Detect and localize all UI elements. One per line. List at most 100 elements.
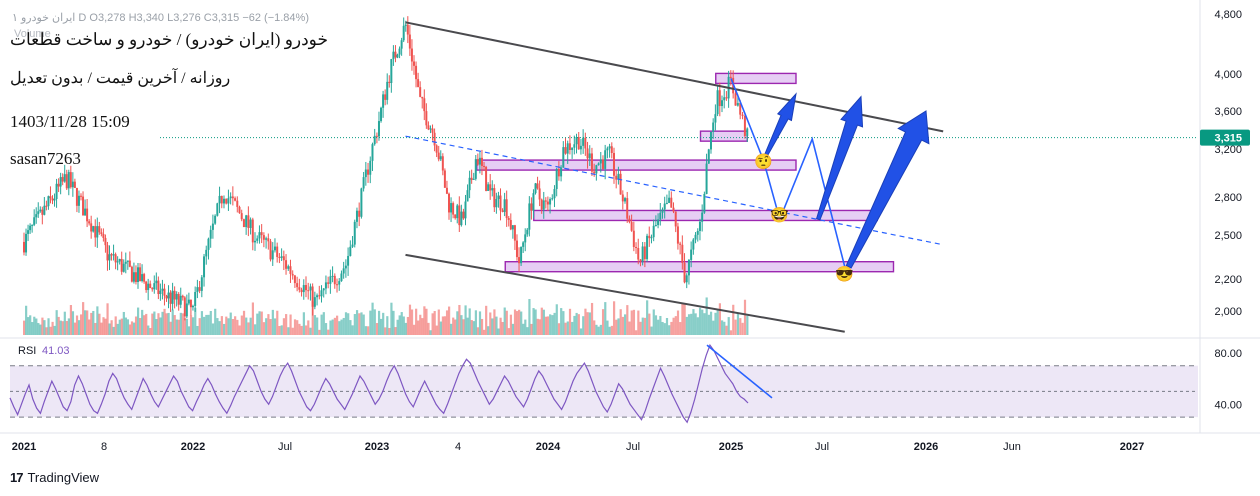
candle-body — [45, 205, 48, 207]
candle-body — [207, 238, 210, 250]
candle-body — [167, 292, 170, 299]
volume-bar — [579, 328, 583, 335]
volume-bar — [663, 323, 666, 335]
candle-body — [495, 198, 498, 208]
candle-body — [382, 94, 385, 108]
candle-body — [249, 219, 252, 228]
volume-bar — [77, 320, 81, 335]
candle-body — [360, 188, 363, 217]
candle-body — [82, 196, 85, 216]
candle-body — [388, 81, 391, 83]
volume-bar — [149, 328, 152, 335]
volume-bar — [450, 323, 453, 335]
candle-body — [692, 239, 695, 250]
tradingview-brand[interactable]: 17 TradingView — [10, 470, 99, 485]
volume-bar — [599, 324, 602, 335]
volume-bar — [703, 313, 706, 335]
candle-body — [577, 137, 580, 150]
candle-body — [293, 275, 296, 284]
candle-body — [227, 198, 230, 204]
volume-bar — [456, 311, 459, 335]
volume-bar — [157, 313, 160, 335]
candle-body — [534, 183, 537, 194]
volume-bar — [503, 307, 506, 335]
volume-bar — [130, 321, 134, 335]
candle-body — [318, 295, 321, 297]
candle-body — [718, 90, 721, 107]
volume-bar — [437, 309, 440, 335]
y-tick-label: 2,200 — [1214, 274, 1242, 286]
candle-body — [458, 205, 461, 226]
volume-bar — [364, 326, 368, 335]
volume-bar — [398, 315, 401, 335]
volume-bar — [687, 314, 691, 335]
volume-bar — [63, 311, 66, 335]
candle-body — [371, 144, 374, 161]
y-tick-label: 4,800 — [1214, 9, 1242, 21]
candle-body — [595, 165, 598, 174]
volume-bar — [458, 304, 461, 335]
candle-body — [505, 199, 508, 219]
volume-bar — [183, 318, 187, 335]
candle-body — [546, 201, 549, 205]
volume-bar — [480, 318, 484, 335]
volume-bar — [435, 325, 438, 335]
volume-bar — [540, 307, 543, 335]
volume-bar — [362, 314, 365, 335]
candle-body — [49, 196, 52, 199]
candle-body — [200, 277, 203, 291]
volume-bar — [373, 309, 376, 335]
candle-body — [333, 275, 336, 285]
candle-body — [61, 177, 64, 182]
candle-body — [536, 183, 539, 189]
candle-body — [716, 90, 719, 115]
volume-bar — [571, 321, 574, 335]
candle-body — [654, 225, 657, 227]
candle-body — [209, 229, 212, 239]
volume-bar — [408, 304, 412, 335]
volume-bar — [344, 312, 348, 335]
volume-bar — [86, 310, 89, 335]
volume-bar — [122, 311, 125, 335]
volume-bar — [112, 326, 115, 335]
candle-body — [120, 258, 123, 272]
volume-bar — [329, 320, 332, 335]
volume-bar — [35, 318, 38, 335]
candle-body — [57, 183, 60, 187]
volume-bar — [466, 317, 469, 335]
volume-bar — [267, 314, 270, 335]
candle-body — [386, 81, 389, 100]
candle-body — [621, 194, 624, 202]
volume-bar — [236, 319, 239, 335]
candle-body — [701, 212, 704, 222]
last-price-label: 3,315 — [1214, 133, 1242, 145]
candle-body — [683, 262, 686, 283]
volume-bar — [582, 316, 585, 335]
volume-bar — [67, 318, 70, 335]
volume-bar — [743, 299, 747, 335]
volume-bar — [256, 313, 259, 335]
candle-body — [231, 196, 234, 199]
volume-bar — [291, 327, 294, 335]
volume-bar — [400, 312, 403, 335]
x-tick-label: Jul — [815, 441, 829, 453]
candle-body — [322, 288, 325, 291]
candle-body — [648, 235, 651, 239]
volume-bar — [386, 316, 389, 335]
candle-body — [540, 199, 543, 210]
candle-body — [73, 181, 76, 188]
volume-bar — [553, 312, 556, 335]
volume-bar — [251, 302, 254, 335]
volume-bar — [229, 312, 232, 335]
candle-body — [102, 233, 105, 238]
volume-bar — [171, 309, 174, 335]
candle-body — [615, 175, 618, 180]
candle-body — [544, 200, 547, 202]
volume-bar — [637, 310, 640, 335]
volume-bar — [443, 316, 447, 335]
candle-body — [344, 265, 347, 269]
volume-bar — [51, 321, 54, 335]
candle-body — [187, 299, 190, 304]
candle-body — [307, 290, 310, 292]
volume-bar — [209, 311, 212, 335]
